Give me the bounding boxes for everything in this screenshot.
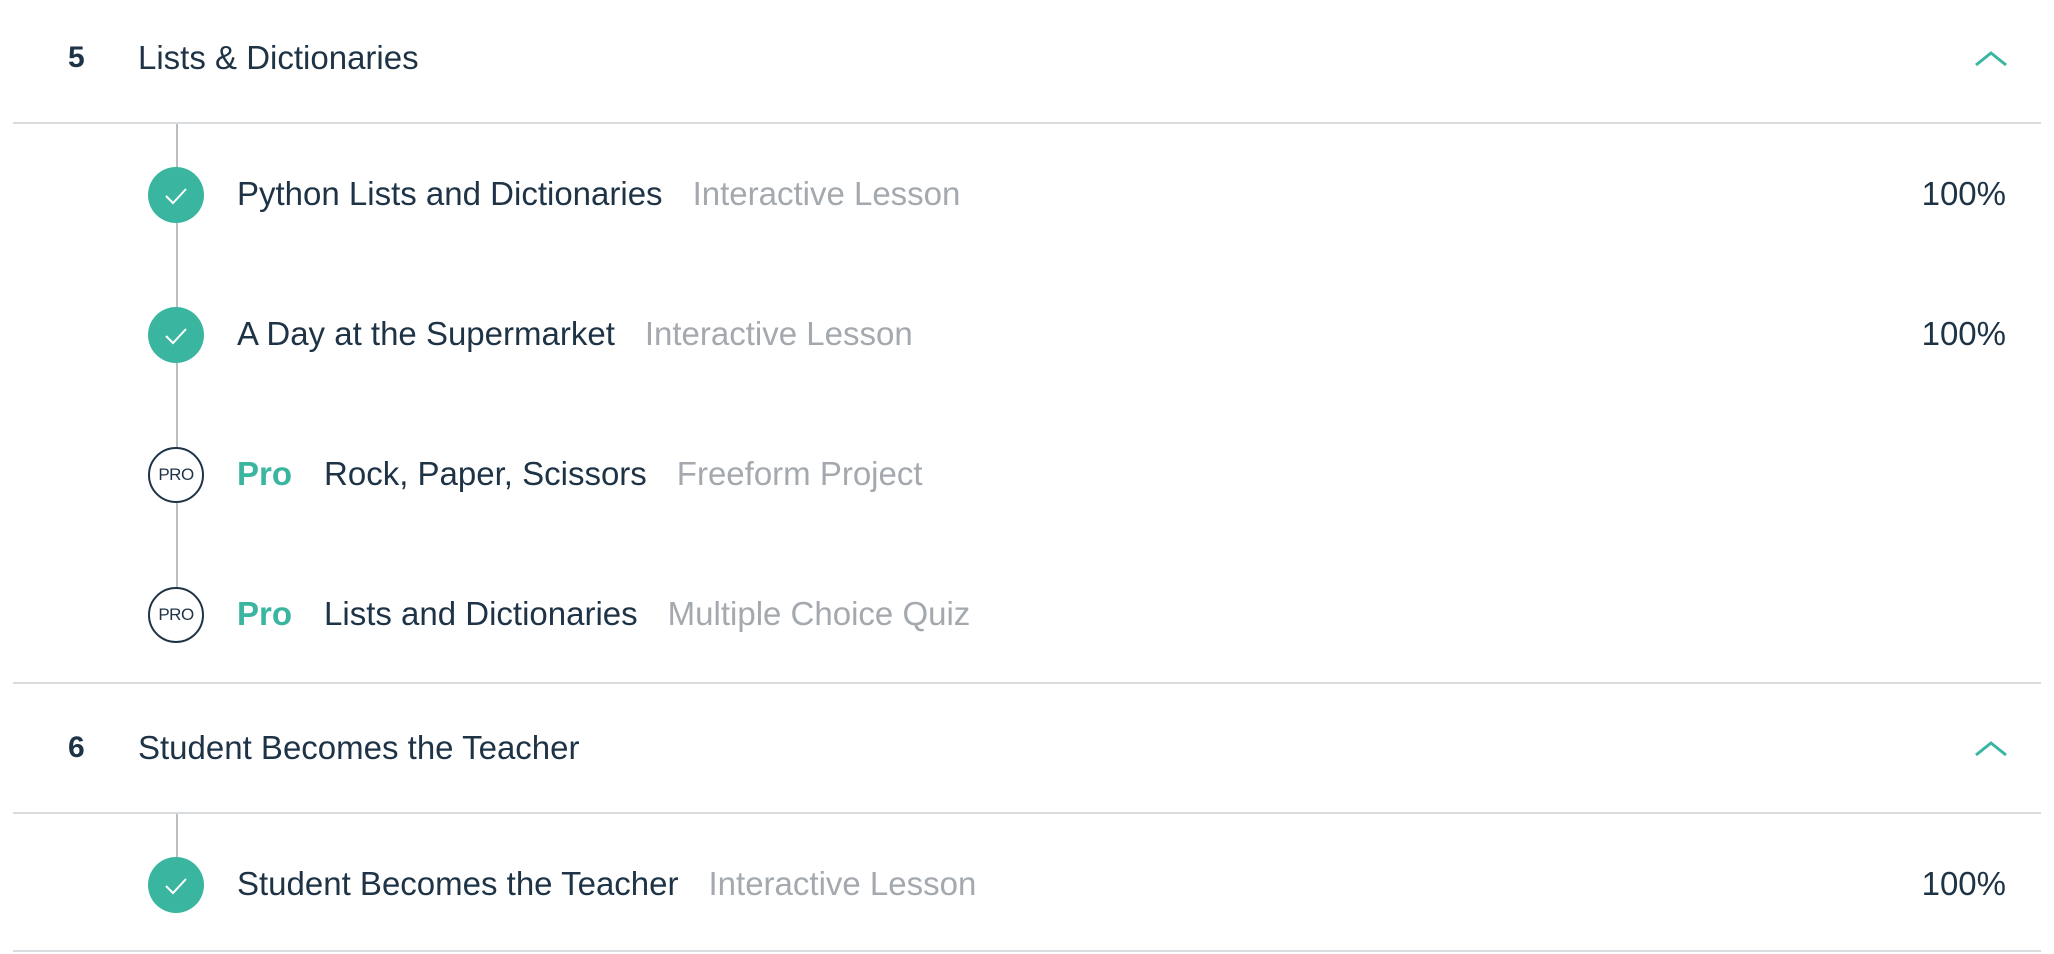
check-icon	[148, 857, 204, 913]
chevron-up-icon[interactable]	[1974, 738, 2008, 758]
lesson-type: Multiple Choice Quiz	[667, 595, 971, 632]
section-divider	[13, 950, 2041, 952]
lesson-type: Interactive Lesson	[708, 865, 977, 902]
course-syllabus: 5 Lists & Dictionaries Python Lists and …	[0, 0, 2054, 954]
lesson-progress: 100%	[1921, 175, 2006, 212]
section-title: Lists & Dictionaries	[138, 39, 419, 76]
pro-badge-text: PRO	[158, 605, 194, 624]
lesson-progress: 100%	[1921, 865, 2006, 902]
pro-badge-icon: PRO	[148, 587, 204, 643]
lesson-title[interactable]: Python Lists and Dictionaries	[237, 175, 663, 212]
lesson-row-a-day-at-the-supermarket[interactable]: A Day at the Supermarket Interactive Less…	[13, 290, 2041, 380]
section-number: 6	[68, 731, 85, 764]
pro-tag: Pro	[237, 595, 293, 632]
pro-tag: Pro	[237, 455, 293, 492]
lesson-title[interactable]: Student Becomes the Teacher	[237, 865, 679, 902]
lesson-row-student-becomes-the-teacher[interactable]: Student Becomes the Teacher Interactive L…	[13, 840, 2041, 930]
section-divider	[13, 682, 2041, 684]
lesson-title[interactable]: A Day at the Supermarket	[237, 315, 615, 352]
lesson-type: Freeform Project	[676, 455, 923, 492]
section-divider	[13, 122, 2041, 124]
pro-badge-text: PRO	[158, 465, 194, 484]
section-number: 5	[68, 41, 85, 74]
lesson-row-lists-and-dictionaries-quiz[interactable]: PRO Pro Lists and Dictionaries Multiple Ch…	[13, 570, 2041, 660]
check-icon	[148, 167, 204, 223]
lesson-row-rock-paper-scissors[interactable]: PRO Pro Rock, Paper, Scissors Freeform Pro…	[13, 430, 2041, 520]
section-header-6[interactable]: 6 Student Becomes the Teacher	[13, 690, 2041, 812]
chevron-up-icon[interactable]	[1974, 48, 2008, 68]
section-divider	[13, 812, 2041, 814]
lesson-row-python-lists-and-dictionaries[interactable]: Python Lists and Dictionaries Interactive…	[13, 150, 2041, 240]
lesson-title[interactable]: Rock, Paper, Scissors	[324, 455, 647, 492]
check-icon	[148, 307, 204, 363]
section-header-5[interactable]: 5 Lists & Dictionaries	[13, 0, 2041, 122]
lesson-type: Interactive Lesson	[692, 175, 961, 212]
pro-badge-icon: PRO	[148, 447, 204, 503]
section-title: Student Becomes the Teacher	[138, 729, 580, 766]
lesson-progress: 100%	[1921, 315, 2006, 352]
lesson-type: Interactive Lesson	[644, 315, 913, 352]
lesson-title[interactable]: Lists and Dictionaries	[324, 595, 638, 632]
